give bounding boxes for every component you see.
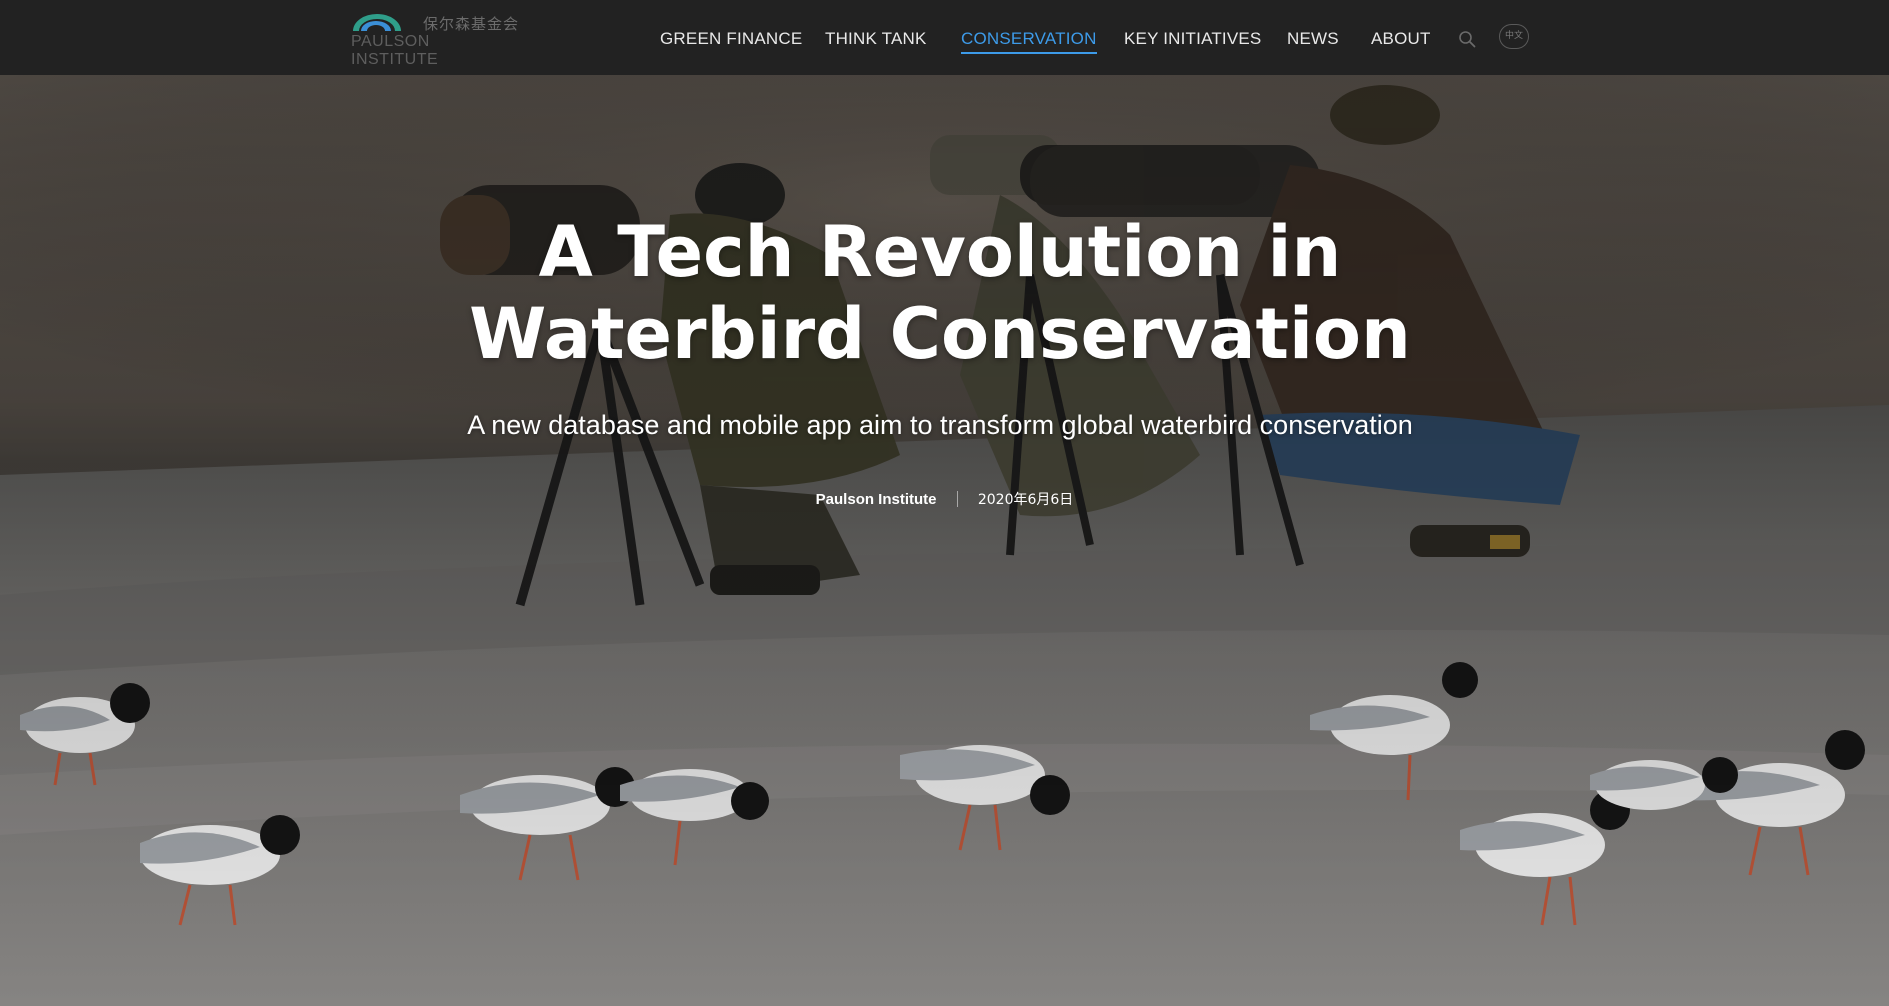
article-title: A Tech Revolution in Waterbird Conservat…	[469, 211, 1411, 375]
main-nav: GREEN FINANCE THINK TANK CONSERVATION KE…	[0, 0, 1889, 75]
nav-news[interactable]: NEWS	[1287, 29, 1339, 49]
meta-divider	[956, 491, 958, 507]
nav-key-initiatives[interactable]: KEY INITIATIVES	[1124, 29, 1261, 49]
nav-conservation[interactable]: CONSERVATION	[961, 29, 1097, 54]
article-subtitle: A new database and mobile app aim to tra…	[467, 410, 1413, 440]
language-toggle-button[interactable]: 中文	[1499, 24, 1529, 49]
nav-green-finance[interactable]: GREEN FINANCE	[660, 29, 802, 49]
hero-banner: A Tech Revolution in Waterbird Conservat…	[0, 75, 1889, 1006]
top-navigation-bar: 保尔森基金会 PAULSON INSTITUTE GREEN FINANCE T…	[0, 0, 1889, 75]
article-date: 2020年6月6日	[977, 492, 1074, 508]
article-author[interactable]: Paulson Institute	[816, 491, 937, 508]
search-icon[interactable]	[1458, 30, 1476, 48]
nav-about[interactable]: ABOUT	[1371, 29, 1431, 49]
article-meta: Paulson Institute 2020年6月6日	[0, 489, 1889, 509]
nav-think-tank[interactable]: THINK TANK	[825, 29, 927, 49]
